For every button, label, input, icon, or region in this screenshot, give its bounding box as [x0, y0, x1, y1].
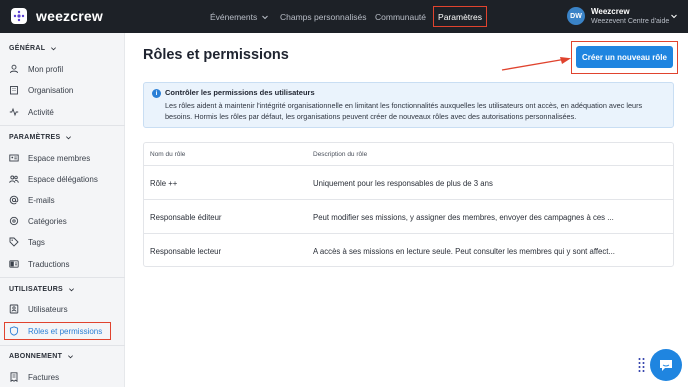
tag-icon	[9, 237, 19, 247]
chevron-down-icon	[51, 47, 57, 51]
info-icon: i	[152, 89, 161, 98]
role-description: Uniquement pour les responsables de plus…	[313, 179, 493, 188]
sidebar-item-label: Mon profil	[28, 64, 64, 74]
nav-evenements-label: Événements	[210, 11, 258, 22]
invoice-icon	[10, 372, 18, 382]
chevron-down-icon	[262, 15, 269, 19]
roles-table: Nom du rôle Description du rôle Rôle ++ …	[143, 142, 674, 267]
role-name: Responsable lecteur	[150, 247, 222, 256]
nav-parametres[interactable]: Paramètres	[433, 6, 487, 27]
id-card-icon	[9, 154, 19, 162]
sidebar-section-parametres[interactable]: PARAMÈTRES	[9, 134, 72, 141]
sidebar-item-label: Factures	[28, 372, 60, 382]
sidebar-item-espace-membres[interactable]: Espace membres	[9, 151, 90, 165]
role-description: A accès à ses missions en lecture seule.…	[313, 247, 615, 256]
user-list-icon	[9, 304, 19, 314]
sidebar-item-traductions[interactable]: Traductions	[9, 257, 70, 271]
sidebar-item-organisation[interactable]: Organisation	[9, 83, 73, 97]
sidebar-item-utilisateurs[interactable]: Utilisateurs	[9, 302, 68, 316]
section-title-abonnement: ABONNEMENT	[9, 353, 63, 360]
nav-parametres-label: Paramètres	[438, 11, 482, 22]
sidebar-item-categories[interactable]: Catégories	[9, 214, 67, 228]
create-role-button[interactable]: Créer un nouveau rôle	[576, 46, 673, 68]
account-chevron-down-icon[interactable]	[670, 12, 678, 20]
sidebar-section-abonnement[interactable]: ABONNEMENT	[9, 353, 74, 360]
info-body: Les rôles aident à maintenir l'intégrité…	[165, 101, 643, 121]
active-item-highlight	[4, 322, 111, 340]
table-row[interactable]: Responsable lecteur A accès à ses missio…	[144, 233, 673, 267]
role-name: Rôle ++	[150, 179, 178, 188]
table-row[interactable]: Responsable éditeur Peut modifier ses mi…	[144, 199, 673, 233]
sidebar-item-e-mails[interactable]: E-mails	[9, 193, 55, 207]
chevron-down-icon	[66, 136, 72, 140]
sidebar-section-general[interactable]: GÉNÉRAL	[9, 45, 57, 52]
weezcrew-logo-icon[interactable]	[11, 8, 27, 24]
nav-champs-personnalises[interactable]: Champs personnalisés	[280, 0, 366, 33]
section-title-general: GÉNÉRAL	[9, 45, 46, 52]
avatar[interactable]: DW	[567, 7, 585, 25]
drag-handle-icon[interactable]	[638, 357, 645, 373]
category-icon	[9, 216, 19, 226]
section-title-parametres: PARAMÈTRES	[9, 134, 61, 141]
annotation-arrow-icon	[501, 57, 571, 71]
role-name: Responsable éditeur	[150, 213, 222, 222]
sidebar-divider	[0, 125, 125, 126]
sidebar-section-utilisateurs[interactable]: UTILISATEURS	[9, 286, 75, 293]
sidebar-item-label: Catégories	[28, 216, 67, 226]
chat-bubble-icon	[660, 360, 672, 371]
nav-communaute[interactable]: Communauté	[375, 0, 426, 33]
role-description: Peut modifier ses missions, y assigner d…	[313, 213, 614, 222]
chevron-down-icon	[68, 355, 74, 359]
nav-evenements[interactable]: Événements	[210, 0, 269, 33]
user-icon	[10, 64, 18, 74]
info-callout: i Contrôler les permissions des utilisat…	[143, 82, 674, 128]
sidebar-divider	[0, 345, 125, 346]
sidebar-item-label: E-mails	[28, 195, 55, 205]
nav-communaute-label: Communauté	[375, 11, 427, 22]
sidebar-item-mon-profil[interactable]: Mon profil	[9, 62, 63, 76]
building-icon	[10, 86, 18, 95]
nav-champs-label: Champs personnalisés	[280, 11, 367, 22]
sidebar-item-label: Tags	[28, 237, 45, 247]
chat-support-button[interactable]	[650, 349, 682, 381]
sidebar-item-label: Traductions	[28, 259, 70, 269]
account-name[interactable]: Weezcrew	[591, 7, 630, 16]
info-title: Contrôler les permissions des utilisateu…	[165, 88, 315, 97]
column-header-role-name: Nom du rôle	[150, 151, 186, 158]
column-header-role-description: Description du rôle	[313, 151, 368, 158]
translate-icon	[9, 260, 19, 268]
chevron-down-icon	[69, 288, 75, 292]
users-icon	[9, 175, 19, 183]
sidebar-item-label: Espace délégations	[28, 174, 98, 184]
at-icon	[9, 195, 19, 205]
account-subtitle: Weezevent Centre d'aide	[591, 18, 670, 25]
sidebar-item-label: Espace membres	[28, 153, 91, 163]
table-row[interactable]: Rôle ++ Uniquement pour les responsables…	[144, 165, 673, 199]
sidebar-item-label: Activité	[28, 107, 54, 117]
section-title-utilisateurs: UTILISATEURS	[9, 286, 64, 293]
sidebar-item-label: Utilisateurs	[28, 304, 68, 314]
sidebar-divider	[0, 277, 125, 278]
sidebar-item-espace-delegations[interactable]: Espace délégations	[9, 172, 98, 186]
sidebar-item-tags[interactable]: Tags	[9, 235, 45, 249]
sidebar-item-activite[interactable]: Activité	[9, 105, 54, 119]
top-navigation-bar: weezcrew Événements Champs personnalisés…	[0, 0, 688, 33]
page-title: Rôles et permissions	[143, 47, 289, 63]
brand-name[interactable]: weezcrew	[36, 8, 103, 24]
sidebar-item-factures[interactable]: Factures	[9, 370, 59, 384]
activity-icon	[9, 107, 19, 117]
sidebar-item-label: Organisation	[28, 85, 74, 95]
